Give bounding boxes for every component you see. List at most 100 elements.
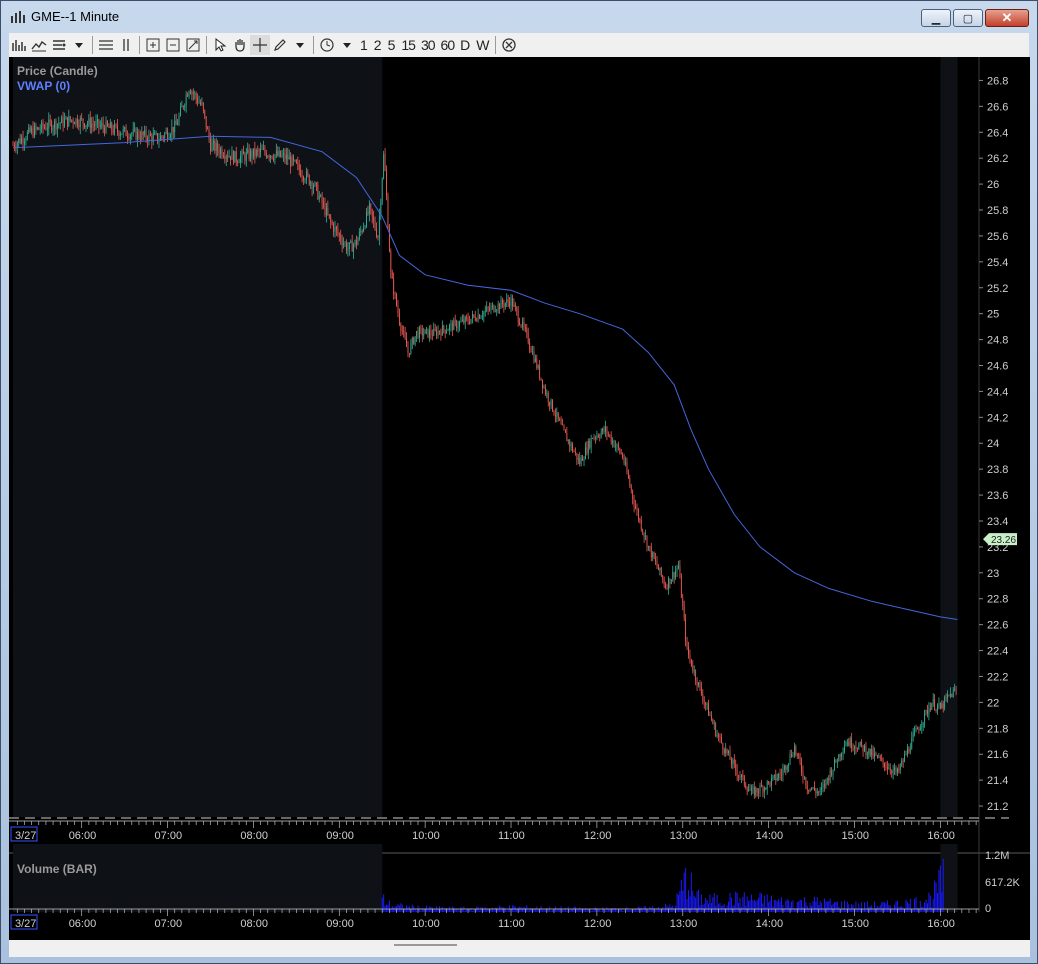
drawing-menu-icon[interactable] (49, 35, 69, 55)
candle-body (587, 440, 589, 454)
candle-body (613, 440, 615, 447)
candle-body (897, 768, 898, 773)
interval-30[interactable]: 30 (418, 37, 438, 53)
interval-1[interactable]: 1 (357, 37, 371, 53)
candle-body (330, 216, 332, 222)
line-chart-icon[interactable] (29, 35, 49, 55)
panel-splitter-handle[interactable] (394, 944, 457, 946)
candle-body (708, 703, 709, 716)
volume-panel[interactable] (13, 844, 958, 912)
candle-body (772, 775, 774, 779)
candle-body (439, 330, 440, 333)
price-volume-chart[interactable]: 26.8 26.6 26.4 26.2 26 25.8 25.6 25.4 25.2 25 24.8… (9, 57, 1030, 940)
candle-body (841, 753, 843, 757)
pan-hand-icon[interactable] (230, 35, 250, 55)
candle-body (360, 231, 362, 232)
candle-body (294, 160, 296, 161)
candle-body (606, 426, 608, 434)
candle-body (912, 733, 914, 738)
candle-body (741, 775, 742, 778)
candle-body (852, 748, 854, 749)
candle-body (557, 412, 559, 419)
candle-body (474, 316, 476, 320)
candle-body (700, 686, 702, 695)
dropdown-icon[interactable] (337, 35, 357, 55)
candle-body (333, 224, 334, 232)
x-tick-label: 3/27 (15, 918, 36, 930)
horizontal-lines-icon[interactable] (96, 35, 116, 55)
volume-bar (579, 907, 581, 912)
candle-body (652, 552, 654, 558)
bottom-scroll-bar[interactable] (9, 940, 1030, 957)
volume-bar (821, 903, 823, 912)
candle-body (108, 125, 110, 128)
zoom-out-icon[interactable] (163, 35, 183, 55)
volume-bar (623, 910, 625, 912)
cancel-icon[interactable] (499, 35, 519, 55)
candle-body (61, 117, 63, 123)
candle-body (547, 393, 549, 402)
candle-body (705, 702, 707, 705)
close-button[interactable]: ✕ (985, 9, 1029, 27)
candle-body (28, 127, 30, 133)
volume-bar (586, 909, 588, 912)
volume-bar (404, 909, 406, 912)
candle-body (177, 123, 178, 125)
candle-body (692, 665, 694, 672)
candle-body (738, 775, 739, 777)
candle-body (308, 175, 310, 185)
candle-body (36, 127, 38, 129)
candle-body (358, 231, 360, 239)
maximize-button[interactable]: ▢ (953, 9, 983, 27)
candle-body (665, 584, 666, 588)
session-shade (13, 57, 383, 817)
interval-60[interactable]: 60 (438, 37, 458, 53)
crosshair-icon[interactable] (250, 35, 270, 55)
candle-body (273, 158, 274, 160)
candle-body (69, 116, 71, 121)
clock-icon[interactable] (317, 35, 337, 55)
candle-body (937, 705, 938, 710)
title-bar[interactable]: GME--1 Minute ▁ ▢ ✕ (1, 1, 1037, 33)
candle-body (660, 567, 662, 576)
cursor-icon[interactable] (210, 35, 230, 55)
y-tick-label: 22.4 (987, 646, 1008, 658)
chart-area[interactable]: 26.8 26.6 26.4 26.2 26 25.8 25.6 25.4 25.2 25 24.8… (9, 57, 1030, 940)
volume-bar (792, 900, 794, 912)
vertical-lines-icon[interactable] (116, 35, 136, 55)
zoom-fit-icon[interactable] (183, 35, 203, 55)
candle-body (721, 737, 722, 744)
candle-body (22, 137, 24, 144)
price-panel[interactable] (9, 57, 1030, 912)
candle-body (775, 774, 777, 781)
candle-body (178, 115, 180, 124)
candle-body (875, 753, 877, 755)
volume-bar (938, 870, 940, 912)
candle-body (437, 330, 439, 336)
zoom-in-icon[interactable] (143, 35, 163, 55)
interval-5[interactable]: 5 (385, 37, 399, 53)
volume-bar (705, 897, 707, 912)
candle-body (632, 490, 634, 499)
volume-bar (686, 898, 688, 912)
interval-weekly[interactable]: W (473, 37, 492, 53)
volume-bar (915, 897, 917, 912)
candle-body (337, 229, 339, 234)
chart-toolbar: 1 2 5 15 30 60 D W (9, 33, 1029, 58)
candle-body (406, 338, 407, 348)
y-tick-label: 23.4 (987, 516, 1008, 528)
dropdown-icon[interactable] (69, 35, 89, 55)
pencil-icon[interactable] (270, 35, 290, 55)
bar-chart-icon[interactable] (9, 35, 29, 55)
minimize-button[interactable]: ▁ (921, 9, 951, 27)
candle-body (798, 754, 800, 756)
interval-15[interactable]: 15 (398, 37, 418, 53)
y-tick-label: 22.8 (987, 594, 1008, 606)
interval-daily[interactable]: D (457, 37, 473, 53)
interval-2[interactable]: 2 (371, 37, 385, 53)
candle-body (38, 127, 40, 130)
candle-body (549, 401, 551, 406)
dropdown-icon[interactable] (290, 35, 310, 55)
candle-body (301, 176, 303, 178)
candle-body (663, 579, 665, 585)
